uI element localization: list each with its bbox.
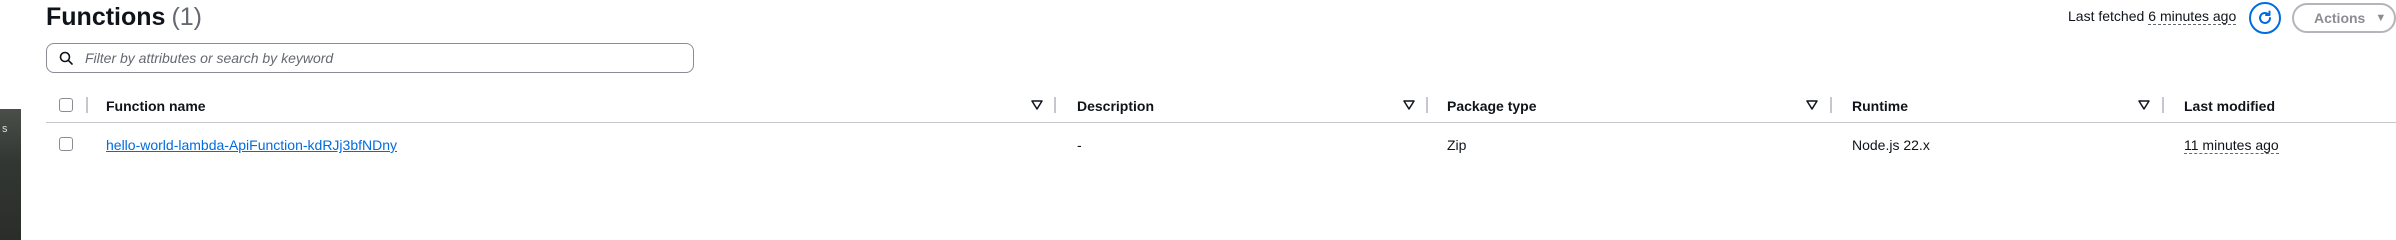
column-header-function-name[interactable]: Function name [106, 98, 206, 114]
search-input[interactable] [83, 49, 667, 67]
table-header-divider [46, 122, 2396, 123]
row-checkbox[interactable] [59, 137, 73, 151]
sort-icon[interactable] [1403, 99, 1415, 111]
runtime-cell: Node.js 22.x [1852, 137, 1930, 153]
column-header-package-type[interactable]: Package type [1447, 98, 1537, 114]
caret-down-icon: ▼ [2375, 12, 2387, 24]
column-divider[interactable] [1830, 97, 1832, 113]
column-divider[interactable] [2162, 97, 2164, 113]
package-type-cell: Zip [1447, 137, 1467, 153]
column-header-runtime[interactable]: Runtime [1852, 98, 1908, 114]
last-fetched-value: 6 minutes ago [2148, 8, 2237, 25]
search-icon [59, 51, 73, 65]
column-divider[interactable] [86, 97, 88, 113]
page-title: Functions (1) [46, 3, 202, 32]
page-title-text: Functions [46, 3, 166, 31]
column-divider[interactable] [1054, 97, 1056, 113]
function-name-link[interactable]: hello-world-lambda-ApiFunction-kdRJj3bfN… [106, 137, 397, 153]
last-fetched-label: Last fetched [2068, 8, 2145, 24]
actions-button[interactable]: Actions ▼ [2292, 3, 2396, 33]
column-header-description[interactable]: Description [1077, 98, 1154, 114]
column-header-last-modified[interactable]: Last modified [2184, 98, 2275, 114]
sort-icon[interactable] [2138, 99, 2150, 111]
search-field[interactable] [46, 43, 694, 73]
refresh-icon [2259, 10, 2271, 24]
sort-icon[interactable] [1806, 99, 1818, 111]
select-all-checkbox[interactable] [59, 98, 73, 112]
background-side-strip: s [0, 109, 21, 240]
last-fetched: Last fetched 6 minutes ago [2068, 8, 2237, 25]
refresh-button[interactable] [2249, 2, 2281, 34]
actions-label: Actions [2314, 10, 2366, 26]
sort-icon[interactable] [1031, 99, 1043, 111]
description-cell: - [1077, 137, 1082, 153]
column-divider[interactable] [1426, 97, 1428, 113]
function-count: (1) [171, 3, 202, 31]
last-modified-cell: 11 minutes ago [2184, 137, 2279, 154]
